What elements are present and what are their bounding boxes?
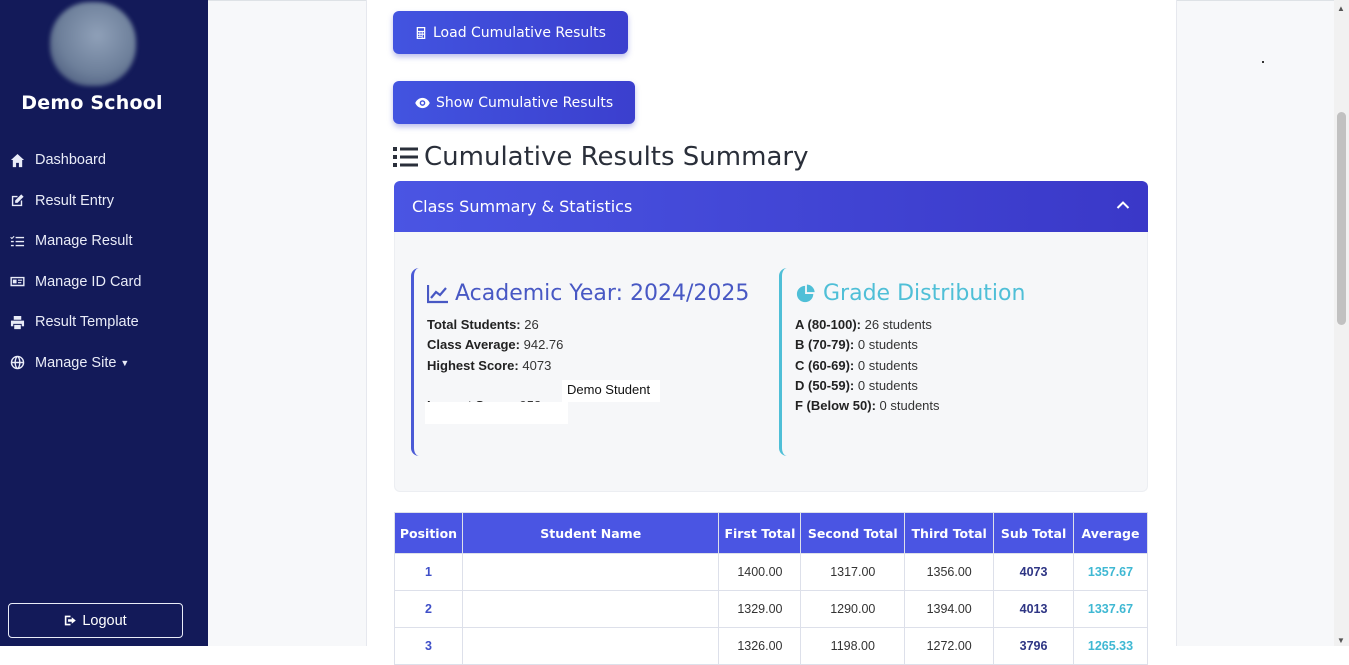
sidebar-item-label: Manage Site: [35, 354, 117, 371]
cell-position: 2: [394, 590, 463, 628]
load-cumulative-results-button[interactable]: Load Cumulative Results: [393, 11, 628, 54]
cell-position: 3: [394, 627, 463, 665]
sidebar-item-result-template[interactable]: Result Template: [0, 302, 208, 343]
cell-first-total: 1329.00: [718, 590, 802, 628]
header-second-total[interactable]: Second Total: [800, 512, 906, 554]
sidebar: Demo School Dashboard Result Entry Manag…: [0, 0, 208, 646]
header-third-total[interactable]: Third Total: [904, 512, 995, 554]
home-icon: [9, 152, 26, 169]
list-check-icon: [9, 233, 26, 250]
sidebar-item-label: Manage Result: [35, 233, 133, 250]
cell-position: 1: [394, 553, 463, 591]
name-overlay: [425, 402, 568, 424]
cell-second-total: 1317.00: [800, 553, 906, 591]
school-name: Demo School: [21, 92, 163, 114]
sidebar-item-result-entry[interactable]: Result Entry: [0, 181, 208, 222]
stray-dot: [1262, 61, 1264, 63]
header-sub-total[interactable]: Sub Total: [993, 512, 1074, 554]
grade-distribution-title: Grade Distribution: [795, 281, 1119, 307]
edit-icon: [9, 192, 26, 209]
results-table: Position Student Name First Total Second…: [394, 512, 1148, 665]
academic-year-title: Academic Year: 2024/2025: [427, 281, 751, 307]
sidebar-item-label: Result Entry: [35, 192, 114, 209]
sidebar-item-manage-id-card[interactable]: Manage ID Card: [0, 262, 208, 303]
accordion-title: Class Summary & Statistics: [412, 197, 633, 216]
table-row: 1 1400.00 1317.00 1356.00 4073 1357.67: [394, 553, 1148, 591]
globe-icon: [9, 354, 26, 371]
grade-distribution-text: Grade Distribution: [823, 281, 1026, 306]
sidebar-item-manage-result[interactable]: Manage Result: [0, 221, 208, 262]
logout-label: Logout: [82, 612, 127, 629]
cell-average: 1265.33: [1073, 627, 1148, 665]
header-first-total[interactable]: First Total: [718, 512, 802, 554]
sidebar-item-manage-site[interactable]: Manage Site ▼: [0, 343, 208, 384]
school-logo: [50, 2, 136, 86]
sidebar-item-label: Result Template: [35, 314, 139, 331]
grade-a-line: A (80-100): 26 students: [795, 317, 932, 332]
table-row: 3 1326.00 1198.00 1272.00 3796 1265.33: [394, 627, 1148, 665]
grade-b-line: B (70-79): 0 students: [795, 337, 918, 353]
cell-third-total: 1394.00: [904, 590, 995, 628]
highest-score-value: 4073: [522, 357, 552, 373]
table-header-row: Position Student Name First Total Second…: [394, 512, 1148, 554]
highest-student-name: Demo Student: [562, 380, 661, 402]
load-button-label: Load Cumulative Results: [433, 24, 606, 41]
table-row: 2 1329.00 1290.00 1394.00 4013 1337.67: [394, 590, 1148, 628]
sign-out-icon: [65, 615, 77, 626]
show-cumulative-results-button[interactable]: Show Cumulative Results: [393, 81, 636, 124]
cell-sub-total: 3796: [993, 627, 1074, 665]
cell-second-total: 1290.00: [800, 590, 906, 628]
highest-score-line: Highest Score: 4073: [427, 357, 552, 373]
show-button-label: Show Cumulative Results: [436, 94, 614, 111]
cell-student-name: [461, 627, 720, 665]
cell-first-total: 1400.00: [718, 553, 802, 591]
total-students-value: 26: [524, 317, 539, 332]
caret-down-icon: ▼: [120, 357, 130, 368]
scroll-up-arrow-icon[interactable]: ▲: [1336, 4, 1346, 13]
total-students-line: Total Students: 26: [427, 317, 539, 332]
header-average[interactable]: Average: [1073, 512, 1148, 554]
header-position[interactable]: Position: [394, 512, 463, 554]
cell-average: 1357.67: [1073, 553, 1148, 591]
list-icon: [393, 147, 418, 167]
class-average-line: Class Average: 942.76: [427, 337, 564, 353]
sidebar-nav: Dashboard Result Entry Manage Result Man…: [0, 140, 208, 383]
grade-d-line: D (50-59): 0 students: [795, 377, 918, 393]
sidebar-item-label: Dashboard: [35, 152, 106, 169]
cell-student-name: [461, 590, 720, 628]
header-student-name[interactable]: Student Name: [461, 512, 720, 554]
cell-average: 1337.67: [1073, 590, 1148, 628]
section-title: Cumulative Results Summary: [393, 140, 808, 174]
print-icon: [9, 314, 26, 331]
cell-student-name: [461, 553, 720, 591]
calculator-icon: [416, 26, 426, 39]
grade-c-line: C (60-69): 0 students: [795, 357, 918, 373]
section-title-text: Cumulative Results Summary: [424, 142, 809, 172]
scrollbar-thumb[interactable]: [1337, 112, 1346, 325]
logout-button[interactable]: Logout: [8, 603, 183, 638]
eye-icon: [415, 97, 430, 108]
grade-distribution-box: Grade Distribution A (80-100): 26 studen…: [779, 268, 1119, 456]
sidebar-item-label: Manage ID Card: [35, 273, 142, 290]
sidebar-item-dashboard[interactable]: Dashboard: [0, 140, 208, 181]
scroll-down-arrow-icon[interactable]: ▼: [1336, 636, 1346, 645]
cell-third-total: 1272.00: [904, 627, 995, 665]
cell-first-total: 1326.00: [718, 627, 802, 665]
cell-second-total: 1198.00: [800, 627, 906, 665]
cell-third-total: 1356.00: [904, 553, 995, 591]
chevron-up-icon[interactable]: [1116, 198, 1130, 212]
pie-chart-icon: [796, 284, 815, 303]
grade-f-line: F (Below 50): 0 students: [795, 398, 940, 414]
id-card-icon: [9, 273, 26, 290]
cell-sub-total: 4013: [993, 590, 1074, 628]
class-average-value: 942.76: [523, 337, 564, 353]
cell-sub-total: 4073: [993, 553, 1074, 591]
academic-year-box: Academic Year: 2024/2025 Total Students:…: [411, 268, 751, 456]
line-chart-icon: [427, 285, 448, 304]
academic-year-text: Academic Year: 2024/2025: [455, 281, 750, 306]
class-summary-accordion-header[interactable]: Class Summary & Statistics: [394, 181, 1148, 232]
